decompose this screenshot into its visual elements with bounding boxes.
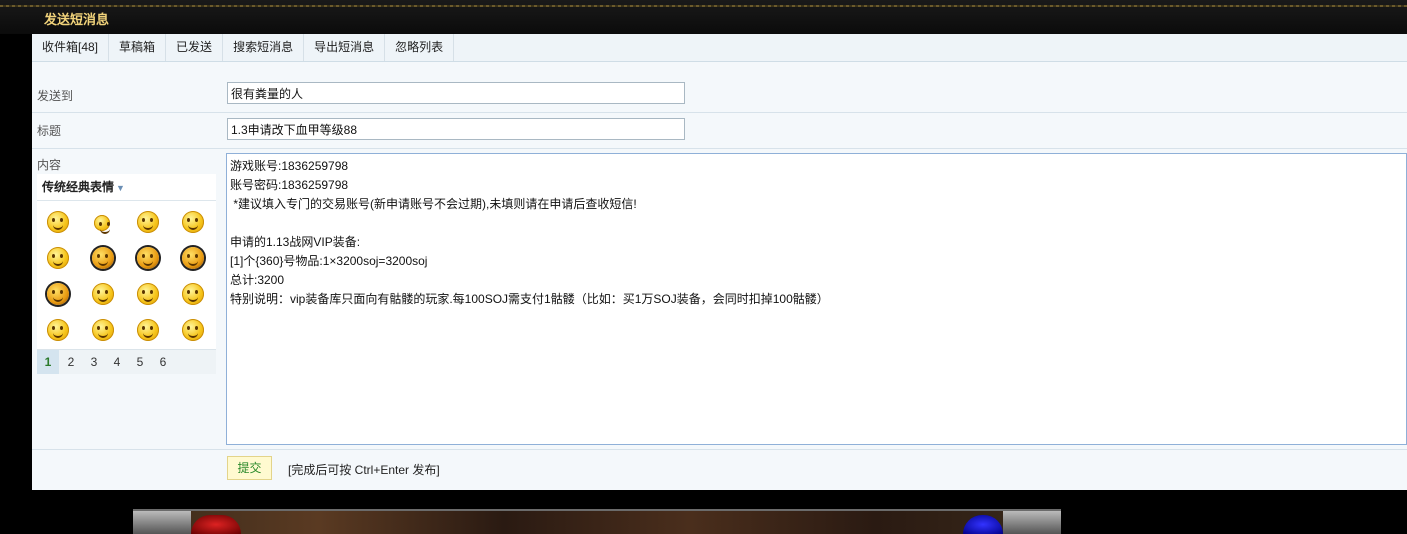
message-panel: 收件箱[48] 草稿箱 已发送 搜索短消息 导出短消息 忽略列表 发送到 很有粪…	[32, 34, 1407, 490]
tab-drafts[interactable]: 草稿箱	[109, 34, 167, 61]
tab-sent[interactable]: 已发送	[166, 34, 224, 61]
smiley-page-1[interactable]: 1	[37, 350, 59, 374]
tab-search[interactable]: 搜索短消息	[223, 34, 305, 61]
recipient-input[interactable]: 很有粪量的人	[227, 82, 685, 104]
smiley-page-4[interactable]: 4	[106, 350, 128, 374]
subject-input[interactable]: 1.3申请改下血甲等级88	[227, 118, 685, 140]
title-bar: 发送短消息	[0, 0, 1407, 34]
tab-inbox[interactable]: 收件箱[48]	[32, 34, 110, 61]
tab-ignore-list[interactable]: 忽略列表	[385, 34, 455, 61]
tired-emoji-icon[interactable]	[137, 247, 159, 269]
big-smile-emoji-icon[interactable]	[47, 283, 69, 305]
content-emoji-icon[interactable]	[137, 283, 159, 305]
sob-emoji-icon[interactable]	[182, 283, 204, 305]
shout-emoji-icon[interactable]	[47, 247, 69, 269]
smiley-page-2[interactable]: 2	[60, 350, 82, 374]
smiley-panel: 传统经典表情 ▼ 1 2 3 4 5 6	[37, 174, 216, 374]
page-title: 发送短消息	[44, 12, 110, 27]
smiley-page-6[interactable]: 6	[152, 350, 174, 374]
hug-emoji-icon[interactable]	[47, 319, 69, 341]
small-smile-emoji-icon[interactable]	[94, 215, 110, 234]
right-frame-ornament	[1003, 511, 1061, 534]
teeth-emoji-icon[interactable]	[182, 319, 204, 341]
smile-emoji-icon[interactable]	[92, 247, 114, 269]
smiley-page-3[interactable]: 3	[83, 350, 105, 374]
smiley-page-5[interactable]: 5	[129, 350, 151, 374]
cry-laugh-emoji-icon[interactable]	[182, 211, 204, 233]
grin-emoji-icon[interactable]	[47, 211, 69, 233]
recipient-label: 发送到	[37, 89, 74, 103]
divider	[32, 449, 1407, 450]
left-frame-ornament	[133, 511, 191, 534]
decorative-rule	[0, 5, 1407, 7]
chevron-down-icon: ▼	[116, 183, 125, 193]
health-orb-icon	[191, 515, 241, 534]
smiley-pager: 1 2 3 4 5 6	[37, 349, 216, 374]
message-body-textarea[interactable]: 游戏账号:1836259798 账号密码:1836259798 *建议填入专门的…	[226, 153, 1407, 445]
submit-button[interactable]: 提交	[227, 456, 272, 480]
smiley-category-dropdown[interactable]: 传统经典表情 ▼	[37, 174, 216, 201]
subject-row: 标题 1.3申请改下血甲等级88	[32, 113, 1407, 149]
content-label: 内容	[37, 158, 62, 172]
mana-orb-icon	[963, 515, 1003, 534]
recipient-row: 发送到 很有粪量的人	[32, 78, 1407, 113]
decorative-footer-bar	[133, 509, 1061, 534]
smiley-category-label: 传统经典表情	[42, 180, 115, 194]
happy-emoji-icon[interactable]	[182, 247, 204, 269]
angry-emoji-icon[interactable]	[92, 283, 114, 305]
tab-export[interactable]: 导出短消息	[304, 34, 386, 61]
grimace-emoji-icon[interactable]	[137, 319, 159, 341]
smiley-grid	[37, 201, 216, 349]
shortcut-hint: [完成后可按 Ctrl+Enter 发布]	[288, 463, 440, 477]
surprised-emoji-icon[interactable]	[92, 319, 114, 341]
subject-label: 标题	[37, 124, 62, 138]
laugh-emoji-icon[interactable]	[137, 211, 159, 233]
tab-bar: 收件箱[48] 草稿箱 已发送 搜索短消息 导出短消息 忽略列表	[32, 34, 1407, 62]
